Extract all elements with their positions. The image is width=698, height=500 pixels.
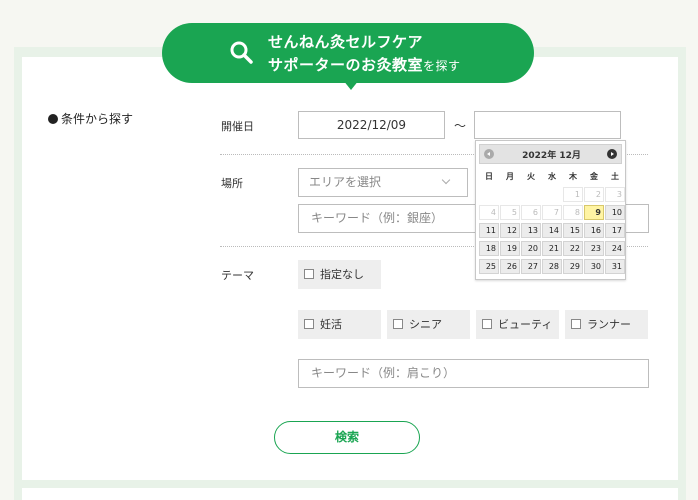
place-label: 場所 [221,177,243,190]
calendar-day[interactable]: 23 [584,241,604,256]
area-select[interactable]: エリアを選択 [298,168,468,197]
calendar-day: 4 [479,205,499,220]
calendar-day[interactable]: 11 [479,223,499,238]
calendar-day[interactable]: 10 [605,205,625,220]
calendar-weekday: 金 [590,172,598,181]
bullet-dot-icon [48,114,58,124]
date-from-input[interactable]: 2022/12/09 [298,111,445,139]
calendar-day[interactable]: 22 [563,241,583,256]
calendar-day[interactable]: 29 [563,259,583,274]
theme-checkbox-none[interactable]: 指定なし [298,260,381,289]
next-month-icon[interactable] [607,149,617,159]
calendar-day[interactable]: 26 [500,259,520,274]
theme-checkbox-runner[interactable]: ランナー [565,310,648,339]
conditions-label: 条件から探す [61,112,134,126]
calendar-day: 5 [500,205,520,220]
calendar-day[interactable]: 28 [542,259,562,274]
title-banner: せんねん灸セルフケア サポーターのお灸教室を探す [162,23,534,83]
theme-checkbox-beauty[interactable]: ビューティ [476,310,559,339]
calendar-day[interactable]: 30 [584,259,604,274]
datepicker-calendar: 2022年 12月 日月火水木金土 1 2 3 4 5 6 7 8 9 10 11 12 13 14 15 16… [475,140,626,280]
calendar-day: 2 [584,187,604,202]
checkbox-icon [304,319,314,329]
calendar-day[interactable]: 21 [542,241,562,256]
calendar-day[interactable]: 15 [563,223,583,238]
date-separator: ～ [454,119,467,133]
theme-label: テーマ [221,269,254,282]
calendar-day[interactable]: 19 [500,241,520,256]
banner-line-1: せんねん灸セルフケア [268,33,424,51]
next-card [22,488,678,500]
calendar-day[interactable]: 16 [584,223,604,238]
calendar-day: 1 [563,187,583,202]
calendar-weekday: 火 [527,172,535,181]
calendar-day[interactable]: 31 [605,259,625,274]
calendar-weekday: 水 [548,172,556,181]
calendar-day[interactable]: 24 [605,241,625,256]
checkbox-icon [571,319,581,329]
calendar-day[interactable]: 25 [479,259,499,274]
calendar-day[interactable]: 20 [521,241,541,256]
banner-line-2-main: サポーターのお灸教室 [268,56,424,74]
calendar-day: 8 [563,205,583,220]
search-icon [230,41,253,64]
theme-option-label: ビューティ [498,318,553,331]
theme-option-label: シニア [409,318,442,331]
search-button[interactable]: 検索 [274,421,420,454]
theme-keyword-input[interactable]: キーワード（例：肩こり） [298,359,649,388]
checkbox-icon [304,269,314,279]
area-select-value: エリアを選択 [309,175,382,189]
calendar-weekday: 日 [485,172,493,181]
checkbox-icon [393,319,403,329]
theme-checkbox-fertility[interactable]: 妊活 [298,310,381,339]
calendar-day-today[interactable]: 9 [584,205,604,220]
calendar-day[interactable]: 27 [521,259,541,274]
calendar-title: 2022年 12月 [522,151,581,161]
checkbox-icon [482,319,492,329]
calendar-day: 6 [521,205,541,220]
calendar-day[interactable]: 13 [521,223,541,238]
calendar-weekday: 木 [569,172,577,181]
theme-option-label: ランナー [587,318,631,331]
theme-checkbox-senior[interactable]: シニア [387,310,470,339]
calendar-day[interactable]: 12 [500,223,520,238]
date-label: 開催日 [221,120,254,133]
banner-notch [343,80,359,90]
calendar-day[interactable]: 18 [479,241,499,256]
calendar-weekday: 月 [506,172,514,181]
calendar-weekday: 土 [611,172,619,181]
chevron-down-icon [441,175,451,185]
theme-option-label: 妊活 [320,318,342,331]
calendar-header: 2022年 12月 [479,144,622,164]
conditions-heading: 条件から探す [44,109,144,129]
calendar-day: 7 [542,205,562,220]
date-to-input[interactable] [474,111,621,139]
calendar-day[interactable]: 14 [542,223,562,238]
theme-option-label: 指定なし [320,268,364,281]
banner-line-2-small: を探す [423,59,461,73]
calendar-day[interactable]: 17 [605,223,625,238]
banner-line-2: サポーターのお灸教室を探す [268,54,461,75]
calendar-day: 3 [605,187,625,202]
